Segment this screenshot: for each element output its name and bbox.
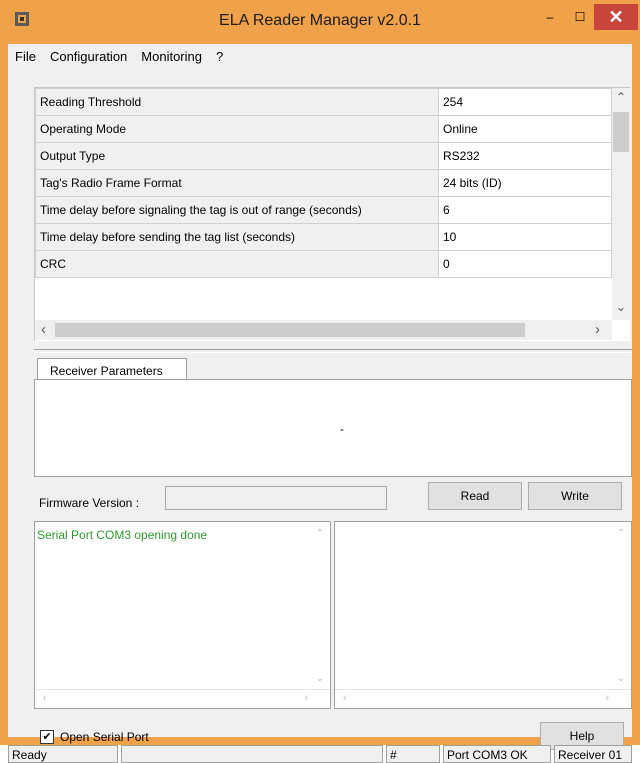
- param-name: Time delay before signaling the tag is o…: [35, 196, 439, 224]
- status-port: Port COM3 OK: [443, 745, 551, 763]
- minimize-button[interactable]: ‒: [536, 4, 564, 30]
- firmware-label: Firmware Version :: [39, 496, 140, 510]
- grid-vertical-scrollbar[interactable]: ⌃ ⌄: [612, 88, 630, 320]
- tab-panel: -: [34, 379, 632, 477]
- scroll-down-icon[interactable]: ⌄: [316, 673, 324, 684]
- log-panel-left[interactable]: Serial Port COM3 opening done ⌃ ⌄ ‹ ›: [34, 521, 331, 709]
- scroll-up-icon[interactable]: ⌃: [616, 90, 626, 104]
- menu-configuration[interactable]: Configuration: [43, 49, 134, 64]
- parameter-grid: Reading Threshold 254 Operating Mode Onlin…: [34, 87, 630, 341]
- table-row[interactable]: Tag's Radio Frame Format 24 bits (ID): [35, 169, 612, 197]
- param-value[interactable]: 0: [438, 250, 612, 278]
- param-name: Output Type: [35, 142, 439, 170]
- write-button[interactable]: Write: [528, 482, 622, 510]
- scroll-thumb[interactable]: [55, 323, 525, 337]
- param-value[interactable]: 24 bits (ID): [438, 169, 612, 197]
- log-panel-right[interactable]: ⌃ ⌄ ‹ ›: [334, 521, 632, 709]
- parameter-table: Reading Threshold 254 Operating Mode Onlin…: [35, 88, 612, 278]
- menu-help[interactable]: ?: [209, 49, 230, 64]
- grid-horizontal-scrollbar[interactable]: ‹ ›: [35, 320, 612, 340]
- table-row[interactable]: Output Type RS232: [35, 142, 612, 170]
- param-name: Tag's Radio Frame Format: [35, 169, 439, 197]
- app-window: ELA Reader Manager v2.0.1 ‒ ☐ ✕ File Con…: [0, 0, 640, 763]
- param-value[interactable]: RS232: [438, 142, 612, 170]
- scroll-down-icon[interactable]: ⌄: [617, 673, 625, 684]
- scroll-right-icon[interactable]: ›: [304, 692, 308, 704]
- param-value[interactable]: 254: [438, 88, 612, 116]
- scroll-right-icon[interactable]: ›: [605, 692, 609, 704]
- table-row[interactable]: Time delay before signaling the tag is o…: [35, 196, 612, 224]
- status-state: Ready: [8, 745, 118, 763]
- param-name: Reading Threshold: [35, 88, 439, 116]
- maximize-button[interactable]: ☐: [566, 4, 594, 30]
- menu-bar: File Configuration Monitoring ?: [8, 44, 632, 68]
- tab-receiver-parameters[interactable]: Receiver Parameters: [37, 358, 187, 380]
- log-message: Serial Port COM3 opening done: [37, 528, 208, 542]
- status-receiver: Receiver 01: [554, 745, 632, 763]
- scroll-up-icon[interactable]: ⌃: [617, 528, 625, 539]
- scroll-left-icon[interactable]: ‹: [43, 692, 47, 704]
- status-hash: #: [386, 745, 440, 763]
- table-row[interactable]: Reading Threshold 254: [35, 88, 612, 116]
- client-area: File Configuration Monitoring ? Reading …: [8, 44, 632, 763]
- close-button[interactable]: ✕: [594, 4, 638, 30]
- param-name: CRC: [35, 250, 439, 278]
- table-row[interactable]: Time delay before sending the tag list (…: [35, 223, 612, 251]
- divider: [34, 349, 632, 353]
- panel-placeholder: -: [340, 422, 344, 436]
- menu-file[interactable]: File: [8, 49, 43, 64]
- table-row[interactable]: CRC 0: [35, 250, 612, 278]
- scroll-up-icon[interactable]: ⌃: [316, 528, 324, 539]
- scroll-thumb[interactable]: [613, 112, 629, 152]
- scroll-down-icon[interactable]: ⌄: [616, 300, 626, 314]
- param-name: Time delay before sending the tag list (…: [35, 223, 439, 251]
- scroll-left-icon[interactable]: ‹: [343, 692, 347, 704]
- param-name: Operating Mode: [35, 115, 439, 143]
- log-horizontal-scrollbar[interactable]: ‹ ›: [335, 689, 631, 708]
- param-value[interactable]: Online: [438, 115, 612, 143]
- menu-monitoring[interactable]: Monitoring: [134, 49, 209, 64]
- read-button[interactable]: Read: [428, 482, 522, 510]
- table-row[interactable]: Operating Mode Online: [35, 115, 612, 143]
- param-value[interactable]: 6: [438, 196, 612, 224]
- param-value[interactable]: 10: [438, 223, 612, 251]
- status-bar: Ready # Port COM3 OK Receiver 01: [8, 742, 632, 763]
- firmware-version-field: [165, 486, 387, 510]
- scroll-right-icon[interactable]: ›: [595, 321, 600, 338]
- log-horizontal-scrollbar[interactable]: ‹ ›: [35, 689, 330, 708]
- status-progress: [121, 745, 383, 763]
- scroll-left-icon[interactable]: ‹: [41, 321, 46, 338]
- title-bar[interactable]: ELA Reader Manager v2.0.1 ‒ ☐ ✕: [0, 0, 640, 44]
